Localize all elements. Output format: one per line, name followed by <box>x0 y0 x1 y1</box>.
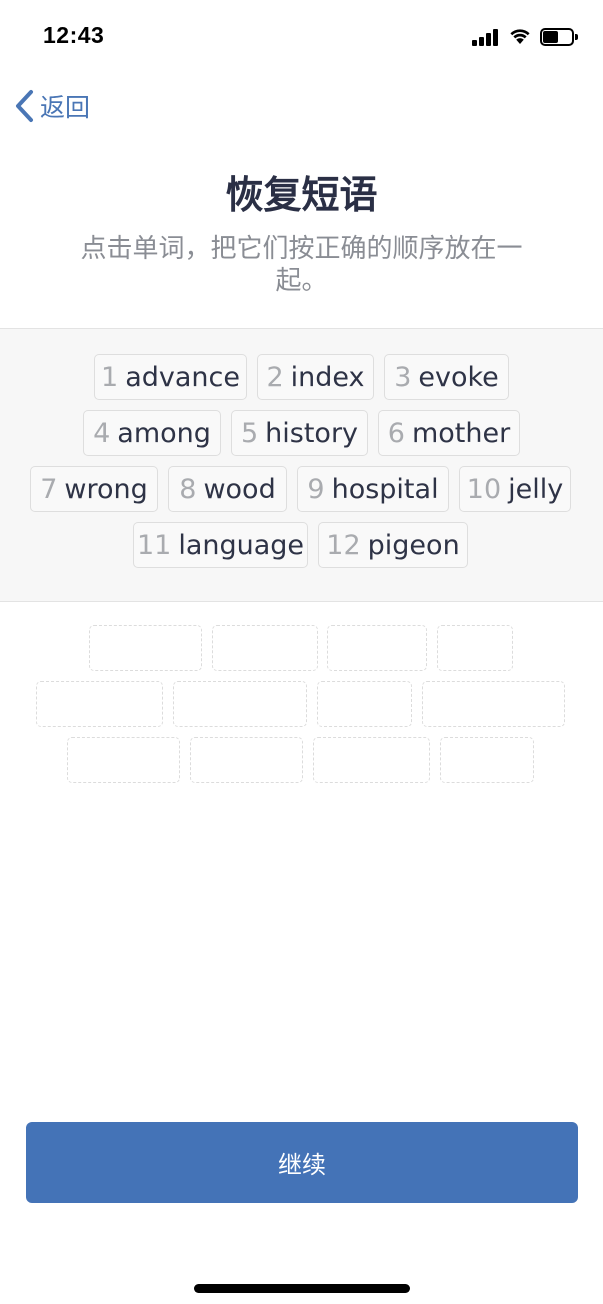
back-button[interactable]: 返回 <box>12 86 90 126</box>
answer-slot[interactable] <box>190 737 303 783</box>
chip-word: wood <box>203 473 276 505</box>
answer-slot[interactable] <box>313 737 430 783</box>
page-subtitle: 点击单词，把它们按正确的顺序放在一起。 <box>80 234 523 296</box>
chip-word: history <box>265 417 359 449</box>
chip-word: among <box>117 417 211 449</box>
chip-word: jelly <box>508 473 564 505</box>
answer-slot[interactable] <box>422 681 565 727</box>
status-bar: 12:43 <box>0 0 603 74</box>
chip-word: evoke <box>418 361 499 393</box>
chip-word: mother <box>411 417 511 449</box>
recovery-phrase-screen: 12:43 返回 恢复短语 点击单词，把它们按正确的顺序放在一起。 1 adva… <box>0 0 603 1304</box>
answer-slot[interactable] <box>317 681 412 727</box>
chip-word: wrong <box>64 473 148 505</box>
word-bank: 1 advance 2 index 3 evoke 4 among 5 hist… <box>0 328 603 602</box>
answer-slot[interactable] <box>173 681 307 727</box>
answer-slot[interactable] <box>440 737 534 783</box>
word-chip[interactable]: 8 wood <box>168 466 287 512</box>
word-chip[interactable]: 6 mother <box>378 410 520 456</box>
word-chip[interactable]: 9 hospital <box>297 466 449 512</box>
cellular-signal-icon <box>472 28 502 46</box>
answer-slot[interactable] <box>36 681 163 727</box>
chip-word: language <box>178 529 305 561</box>
chip-number: 2 <box>266 361 284 393</box>
home-indicator[interactable] <box>194 1284 410 1293</box>
chip-number: 9 <box>307 473 325 505</box>
word-chip[interactable]: 10 jelly <box>459 466 571 512</box>
answer-slot[interactable] <box>212 625 318 671</box>
word-chip[interactable]: 1 advance <box>94 354 247 400</box>
status-time: 12:43 <box>43 22 105 48</box>
chevron-left-icon <box>16 90 33 122</box>
chip-number: 4 <box>93 417 111 449</box>
chip-number: 1 <box>101 361 119 393</box>
chip-number: 5 <box>240 417 259 449</box>
page-title: 恢复短语 <box>225 173 378 217</box>
answer-slot[interactable] <box>327 625 427 671</box>
chip-number: 11 <box>136 529 172 561</box>
chip-number: 3 <box>394 361 412 393</box>
chip-number: 10 <box>466 473 502 505</box>
wifi-icon <box>510 29 530 44</box>
chip-word: advance <box>125 361 240 393</box>
answer-slot[interactable] <box>437 625 513 671</box>
battery-icon <box>540 28 578 46</box>
word-chip[interactable]: 3 evoke <box>384 354 509 400</box>
answer-slot[interactable] <box>89 625 202 671</box>
chip-number: 8 <box>179 473 197 505</box>
chip-number: 6 <box>387 417 405 449</box>
chip-number: 7 <box>40 473 58 505</box>
chip-word: pigeon <box>367 529 460 561</box>
back-label: 返回 <box>40 93 91 122</box>
answer-slot[interactable] <box>67 737 180 783</box>
word-chip[interactable]: 2 index <box>257 354 374 400</box>
continue-button[interactable]: 继续 <box>26 1122 578 1203</box>
word-chip[interactable]: 11 language <box>133 522 308 568</box>
word-chip[interactable]: 5 history <box>231 410 368 456</box>
chip-number: 12 <box>326 529 361 561</box>
chip-word: index <box>290 361 365 393</box>
word-chip[interactable]: 12 pigeon <box>318 522 468 568</box>
word-chip[interactable]: 7 wrong <box>30 466 158 512</box>
chip-word: hospital <box>331 473 439 505</box>
word-chip[interactable]: 4 among <box>83 410 221 456</box>
